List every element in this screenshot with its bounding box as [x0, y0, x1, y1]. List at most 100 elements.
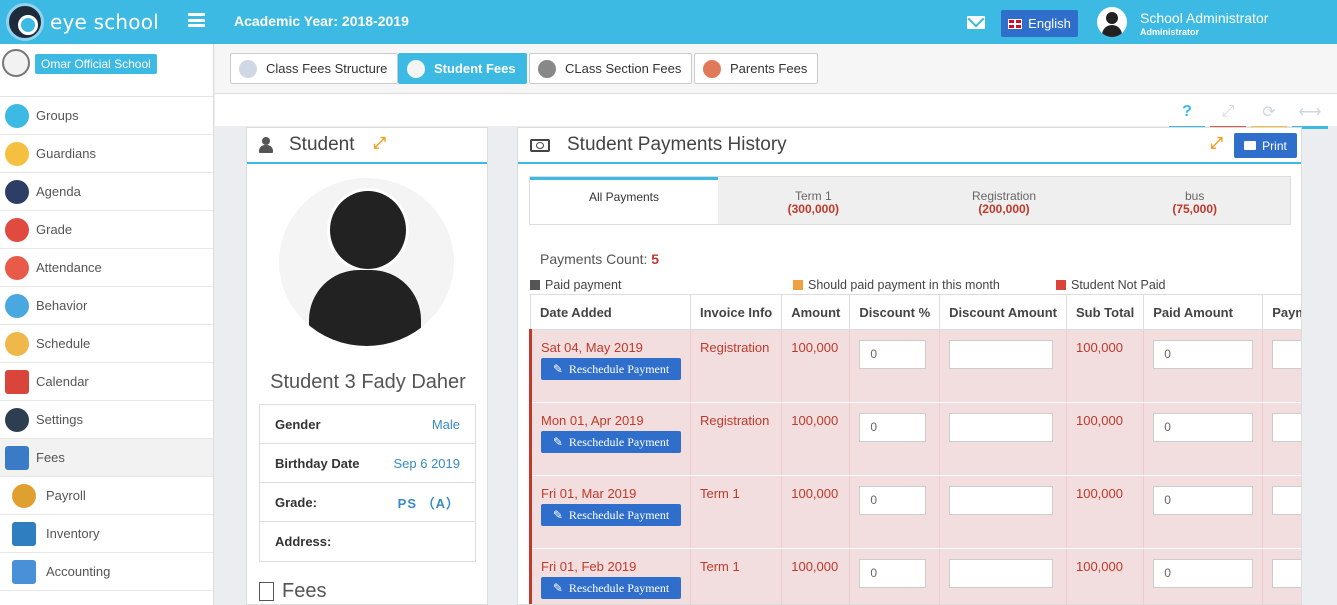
- cell-discount-pct: 0: [849, 402, 941, 476]
- sidebar-item-agenda[interactable]: Agenda: [0, 173, 213, 211]
- brand-logo[interactable]: eye school: [6, 3, 159, 41]
- cell-invoice: Term 1: [690, 475, 783, 549]
- col-date-added[interactable]: Date Added: [530, 294, 691, 330]
- cell-date: Fri 01, Feb 2019 ✎ Reschedule Payment: [529, 548, 691, 604]
- col-discount-amount[interactable]: Discount Amount: [939, 294, 1067, 330]
- count-value: 5: [651, 251, 660, 267]
- expand-icon[interactable]: ⤢: [373, 135, 386, 153]
- sidebar-item-payroll[interactable]: Payroll: [0, 477, 213, 515]
- discount-amount-input[interactable]: [949, 413, 1054, 442]
- tab-parents-fees[interactable]: Parents Fees: [694, 53, 819, 84]
- legend-label: Student Not Paid: [1071, 278, 1166, 292]
- fees-nav-bar: Class Fees Structure Student Fees CLass …: [215, 44, 1337, 94]
- info-label: Grade:: [275, 494, 317, 510]
- discount-pct-input[interactable]: 0: [859, 340, 927, 369]
- col-invoice-info[interactable]: Invoice Info: [689, 294, 783, 330]
- payment-input[interactable]: [1272, 559, 1301, 588]
- sidebar-item-behavior[interactable]: Behavior: [0, 287, 213, 325]
- collapse-icon[interactable]: ⟷: [1292, 97, 1328, 129]
- reschedule-payment-button[interactable]: ✎ Reschedule Payment: [541, 577, 681, 599]
- tab-term-1[interactable]: Term 1 (300,000): [718, 177, 909, 224]
- tab-all-payments[interactable]: All Payments: [530, 177, 718, 224]
- cell-discount-amount: [939, 548, 1067, 604]
- payroll-icon: [12, 483, 36, 508]
- sidebar-item-guardians[interactable]: Guardians: [0, 135, 213, 173]
- sidebar-item-inventory[interactable]: Inventory: [0, 515, 213, 553]
- user-avatar[interactable]: [1097, 7, 1127, 37]
- sidebar-item-attendance[interactable]: Attendance: [0, 249, 213, 287]
- reschedule-payment-button[interactable]: ✎ Reschedule Payment: [541, 504, 681, 526]
- sidebar-item-label: Settings: [36, 412, 83, 427]
- paid-amount-input[interactable]: 0: [1153, 413, 1254, 442]
- sidebar-item-schedule[interactable]: Schedule: [0, 325, 213, 363]
- brand-name: eye school: [50, 10, 159, 34]
- tab-registration[interactable]: Registration (200,000): [909, 177, 1100, 224]
- school-header: Omar Official School: [0, 44, 213, 97]
- col-discount-pct[interactable]: Discount %: [849, 294, 941, 330]
- agenda-icon: [5, 179, 29, 204]
- col-payment[interactable]: Payme: [1262, 294, 1301, 330]
- info-row-birthday: Birthday Date Sep 6 2019: [260, 444, 475, 483]
- edit-icon: ✎: [552, 362, 563, 376]
- edit-icon: ✎: [552, 581, 563, 595]
- discount-pct-input[interactable]: 0: [859, 486, 927, 515]
- col-paid-amount[interactable]: Paid Amount: [1143, 294, 1264, 330]
- cell-amount: 100,000: [781, 329, 851, 403]
- discount-pct-input[interactable]: 0: [859, 413, 927, 442]
- student-panel-title: Student: [289, 134, 355, 155]
- paid-amount-input[interactable]: 0: [1153, 486, 1254, 515]
- legend-swatch: [793, 280, 803, 290]
- settings-icon: [5, 407, 29, 432]
- fees-title: Fees: [282, 580, 327, 602]
- tab-label: bus: [1185, 189, 1205, 203]
- payment-date: Mon 01, Apr 2019: [541, 413, 644, 428]
- cell-date: Fri 01, Mar 2019 ✎ Reschedule Payment: [529, 475, 691, 549]
- refresh-icon[interactable]: ⟳: [1251, 97, 1287, 129]
- printer-icon: [1244, 141, 1257, 150]
- tab-bus[interactable]: bus (75,000): [1099, 177, 1290, 224]
- discount-amount-input[interactable]: [949, 340, 1054, 369]
- user-name[interactable]: School Administrator: [1140, 10, 1268, 26]
- sidebar-item-grade[interactable]: Grade: [0, 211, 213, 249]
- language-button[interactable]: English: [1001, 10, 1078, 37]
- fullscreen-icon[interactable]: ⤢: [1210, 97, 1246, 129]
- sidebar-item-groups[interactable]: Groups: [0, 97, 213, 135]
- sidebar-item-calendar[interactable]: Calendar: [0, 363, 213, 401]
- cell-date: Sat 04, May 2019 ✎ Reschedule Payment: [529, 329, 691, 403]
- history-title: Student Payments History: [567, 134, 787, 155]
- sidebar-item-accounting[interactable]: Accounting: [0, 553, 213, 591]
- paid-amount-input[interactable]: 0: [1153, 340, 1254, 369]
- print-button[interactable]: Print: [1234, 133, 1297, 158]
- discount-amount-input[interactable]: [949, 486, 1054, 515]
- reschedule-payment-button[interactable]: ✎ Reschedule Payment: [541, 358, 681, 380]
- sidebar-item-fees[interactable]: Fees: [0, 439, 213, 477]
- school-name[interactable]: Omar Official School: [35, 54, 157, 74]
- menu-toggle-icon[interactable]: [188, 13, 205, 27]
- table-header-row: Date Added Invoice Info Amount Discount …: [530, 294, 1301, 330]
- sidebar-item-label: Groups: [36, 108, 79, 123]
- discount-pct-input[interactable]: 0: [859, 559, 927, 588]
- calendar-icon: [5, 369, 29, 394]
- reschedule-payment-button[interactable]: ✎ Reschedule Payment: [541, 431, 681, 453]
- payment-input[interactable]: [1272, 340, 1301, 369]
- col-sub-total[interactable]: Sub Total: [1065, 294, 1145, 330]
- help-icon[interactable]: ?: [1169, 97, 1205, 129]
- payment-input[interactable]: [1272, 486, 1301, 515]
- history-panel-header: Student Payments History ⤢ Print: [518, 128, 1301, 164]
- discount-amount-input[interactable]: [949, 559, 1054, 588]
- mail-icon[interactable]: [967, 16, 985, 29]
- cell-subtotal: 100,000: [1066, 475, 1145, 549]
- table-row: Sat 04, May 2019 ✎ Reschedule Payment Regi…: [529, 329, 1301, 403]
- tab-amount: (200,000): [978, 202, 1030, 216]
- payment-input[interactable]: [1272, 413, 1301, 442]
- tab-class-section-fees[interactable]: CLass Section Fees: [529, 53, 693, 84]
- expand-icon[interactable]: ⤢: [1210, 135, 1223, 153]
- tab-class-fees-structure[interactable]: Class Fees Structure: [230, 53, 399, 84]
- sidebar-item-settings[interactable]: Settings: [0, 401, 213, 439]
- info-label: Birthday Date: [275, 455, 360, 471]
- tab-student-fees[interactable]: Student Fees: [398, 53, 527, 84]
- cell-discount-amount: [939, 329, 1067, 403]
- section-icon: [538, 59, 556, 78]
- paid-amount-input[interactable]: 0: [1153, 559, 1254, 588]
- col-amount[interactable]: Amount: [781, 294, 851, 330]
